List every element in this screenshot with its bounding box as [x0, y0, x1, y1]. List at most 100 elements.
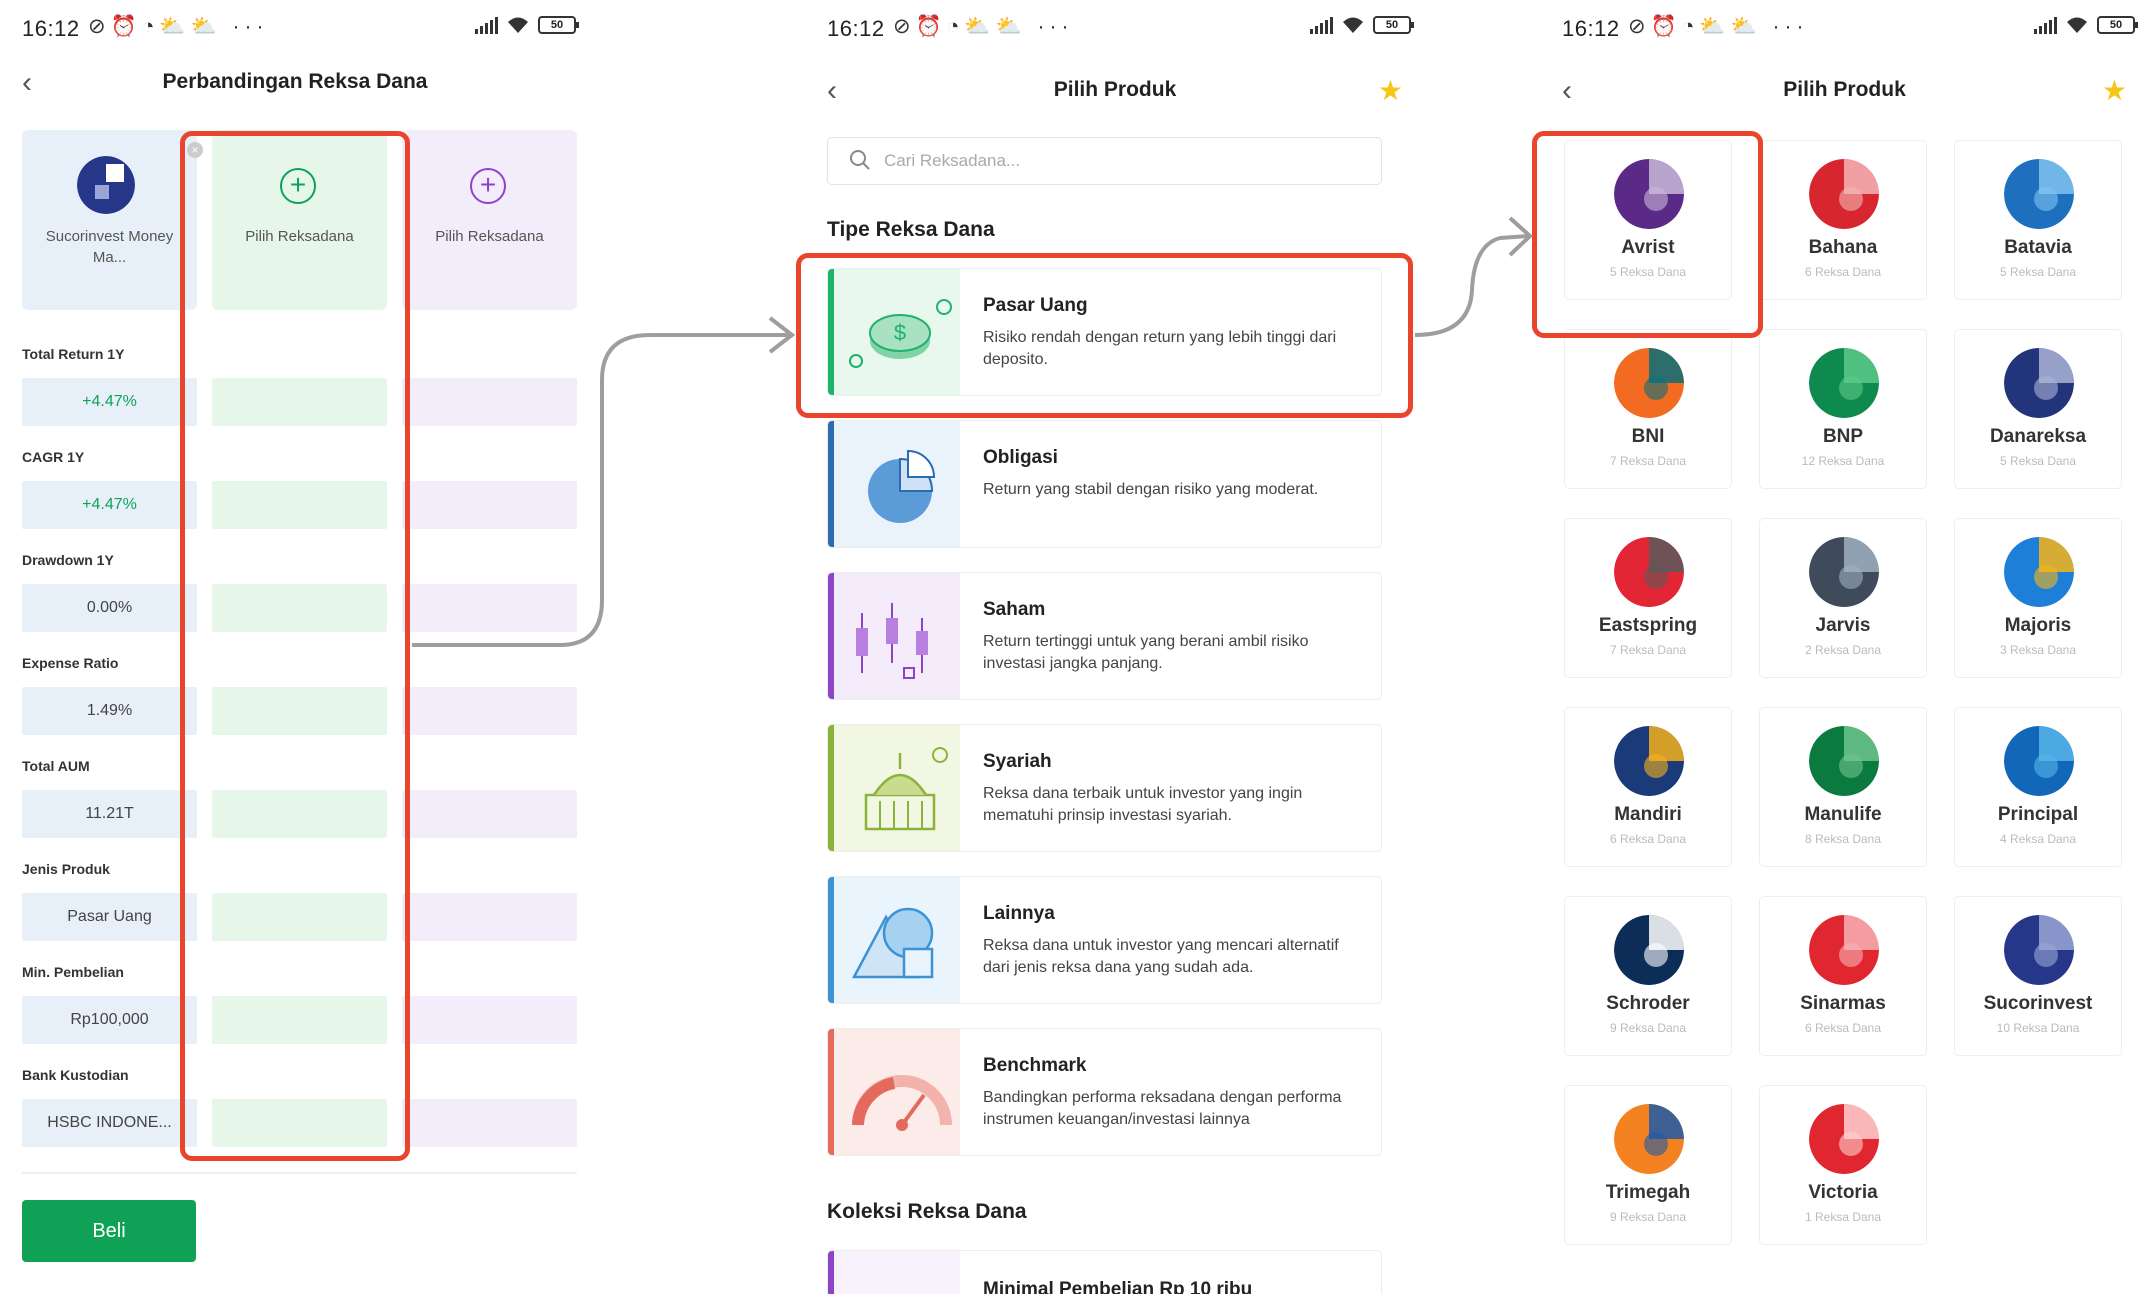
sucorinvest-logo-icon [2004, 915, 2074, 985]
metric-value: +4.47% [22, 481, 197, 529]
compare-slot-2[interactable]: + Pilih Reksadana [212, 130, 387, 310]
danareksa-logo-icon [2004, 348, 2074, 418]
type-card-obligasi[interactable]: Obligasi Return yang stabil dengan risiko… [827, 420, 1382, 548]
manager-card-bahana[interactable]: Bahana 6 Reksa Dana [1759, 140, 1927, 300]
manager-card-bnp[interactable]: BNP 12 Reksa Dana [1759, 329, 1927, 489]
type-card-pasar-uang[interactable]: $ Pasar Uang Risiko rendah dengan return y… [827, 268, 1382, 396]
manager-card-bni[interactable]: BNI 7 Reksa Dana [1564, 329, 1732, 489]
metric-cell-empty [402, 790, 577, 838]
metric-cell-empty [402, 687, 577, 735]
manager-card-mandiri[interactable]: Mandiri 6 Reksa Dana [1564, 707, 1732, 867]
type-card-syariah[interactable]: Syariah Reksa dana terbaik untuk investor… [827, 724, 1382, 852]
metric-cell-empty [212, 584, 387, 632]
type-name: Lainnya [983, 903, 1055, 924]
metric-value: HSBC INDONE... [22, 1099, 197, 1147]
metric-cell-empty [212, 378, 387, 426]
shapes-icon [828, 877, 960, 1003]
mandiri-logo-icon [1614, 726, 1684, 796]
add-circle-icon[interactable]: + [470, 168, 506, 204]
manager-screen: 16:12 ⊘⏰◔⛅⛅ ··· 50 ‹ Pilih Produk ★ Avri… [1540, 0, 2149, 1294]
slot-label: Sucorinvest Money Ma... [45, 228, 174, 266]
compare-slot-1[interactable]: × Sucorinvest Money Ma... [22, 130, 203, 310]
star-icon[interactable]: ★ [2102, 74, 2127, 107]
manager-count: 4 Reksa Dana [1999, 832, 2077, 846]
search-placeholder: Cari Reksadana... [884, 151, 1021, 170]
majoris-logo-icon [2004, 537, 2074, 607]
manager-count: 10 Reksa Dana [1996, 1021, 2080, 1035]
eastspring-logo-icon [1614, 537, 1684, 607]
search-icon [850, 150, 870, 170]
gauge-icon [828, 1029, 960, 1155]
buy-button[interactable]: Beli [22, 1200, 196, 1262]
compare-slot-3[interactable]: + Pilih Reksadana [402, 130, 577, 310]
manager-card-sucorinvest[interactable]: Sucorinvest 10 Reksa Dana [1954, 896, 2122, 1056]
remove-icon[interactable]: × [187, 142, 203, 158]
manager-card-sinarmas[interactable]: Sinarmas 6 Reksa Dana [1759, 896, 1927, 1056]
collection-illustration [828, 1251, 960, 1294]
header: ‹ Pilih Produk ★ [805, 70, 1425, 110]
page-title: Pilih Produk [1783, 78, 1906, 101]
metric-value: Rp100,000 [22, 996, 197, 1044]
search-input[interactable]: Cari Reksadana... [827, 137, 1382, 185]
type-description: Risiko rendah dengan return yang lebih t… [983, 329, 1337, 368]
manager-card-avrist[interactable]: Avrist 5 Reksa Dana [1564, 140, 1732, 300]
manager-card-trimegah[interactable]: Trimegah 9 Reksa Dana [1564, 1085, 1732, 1245]
manager-card-danareksa[interactable]: Danareksa 5 Reksa Dana [1954, 329, 2122, 489]
manager-card-schroder[interactable]: Schroder 9 Reksa Dana [1564, 896, 1732, 1056]
manager-count: 3 Reksa Dana [1999, 643, 2077, 657]
page-title: Pilih Produk [1053, 78, 1177, 101]
status-bar: 16:12 ⊘⏰◔⛅⛅ ··· 50 [1540, 14, 2149, 44]
star-icon[interactable]: ★ [1378, 74, 1403, 107]
signal-icon [1310, 16, 1333, 34]
manager-card-jarvis[interactable]: Jarvis 2 Reksa Dana [1759, 518, 1927, 678]
metric-cell-empty [402, 378, 577, 426]
type-name: Pasar Uang [983, 295, 1088, 316]
type-card-benchmark[interactable]: Benchmark Bandingkan performa reksadana d… [827, 1028, 1382, 1156]
metric-cell-empty [212, 687, 387, 735]
metric-label: Jenis Produk [22, 861, 110, 877]
manager-count: 6 Reksa Dana [1804, 1021, 1882, 1035]
manager-name: Bahana [1808, 237, 1878, 258]
page-title: Perbandingan Reksa Dana [162, 70, 428, 93]
metric-label: Total AUM [22, 758, 90, 774]
type-description: Return yang stabil dengan risiko yang mo… [983, 481, 1319, 498]
manager-name: Avrist [1621, 237, 1675, 258]
metric-cell-empty [212, 996, 387, 1044]
manager-count: 1 Reksa Dana [1804, 1210, 1882, 1224]
manager-card-eastspring[interactable]: Eastspring 7 Reksa Dana [1564, 518, 1732, 678]
product-type-screen: 16:12 ⊘⏰◔⛅⛅ ··· 50 ‹ Pilih Produk ★ Cari… [805, 0, 1425, 1294]
manager-count: 5 Reksa Dana [1609, 265, 1687, 279]
collection-card[interactable]: Minimal Pembelian Rp 10 ribu [827, 1250, 1382, 1294]
manager-card-batavia[interactable]: Batavia 5 Reksa Dana [1954, 140, 2122, 300]
section-title-types: Tipe Reksa Dana [827, 218, 995, 241]
manager-name: Victoria [1808, 1182, 1878, 1203]
type-card-saham[interactable]: Saham Return tertinggi untuk yang berani … [827, 572, 1382, 700]
manager-name: Mandiri [1614, 804, 1682, 825]
mosque-icon [828, 725, 960, 851]
battery-icon: 50 [1373, 16, 1414, 34]
notification-icons: ⊘⏰◔⛅⛅ ··· [893, 15, 1074, 38]
add-circle-icon[interactable]: + [280, 168, 316, 204]
manager-name: Principal [1997, 804, 2079, 825]
status-time: 16:12 [22, 16, 80, 41]
batavia-logo-icon [2004, 159, 2074, 229]
manager-name: Jarvis [1815, 615, 1871, 636]
divider [22, 1172, 577, 1174]
sinarmas-logo-icon [1809, 915, 1879, 985]
manager-card-principal[interactable]: Principal 4 Reksa Dana [1954, 707, 2122, 867]
manager-card-victoria[interactable]: Victoria 1 Reksa Dana [1759, 1085, 1927, 1245]
metric-label: Total Return 1Y [22, 346, 125, 362]
manager-card-manulife[interactable]: Manulife 8 Reksa Dana [1759, 707, 1927, 867]
type-card-lainnya[interactable]: Lainnya Reksa dana untuk investor yang me… [827, 876, 1382, 1004]
manager-name: BNP [1822, 426, 1864, 447]
metric-cell-empty [402, 1099, 577, 1147]
status-bar: 16:12 ⊘⏰◔⛅⛅ ··· 50 [0, 14, 590, 44]
metric-value: Pasar Uang [22, 893, 197, 941]
metric-label: Expense Ratio [22, 655, 119, 671]
metric-label: Min. Pembelian [22, 964, 124, 980]
type-name: Syariah [983, 751, 1052, 772]
wifi-icon [2067, 17, 2087, 33]
metric-value: 1.49% [22, 687, 197, 735]
manager-card-majoris[interactable]: Majoris 3 Reksa Dana [1954, 518, 2122, 678]
signal-icon [475, 16, 498, 34]
